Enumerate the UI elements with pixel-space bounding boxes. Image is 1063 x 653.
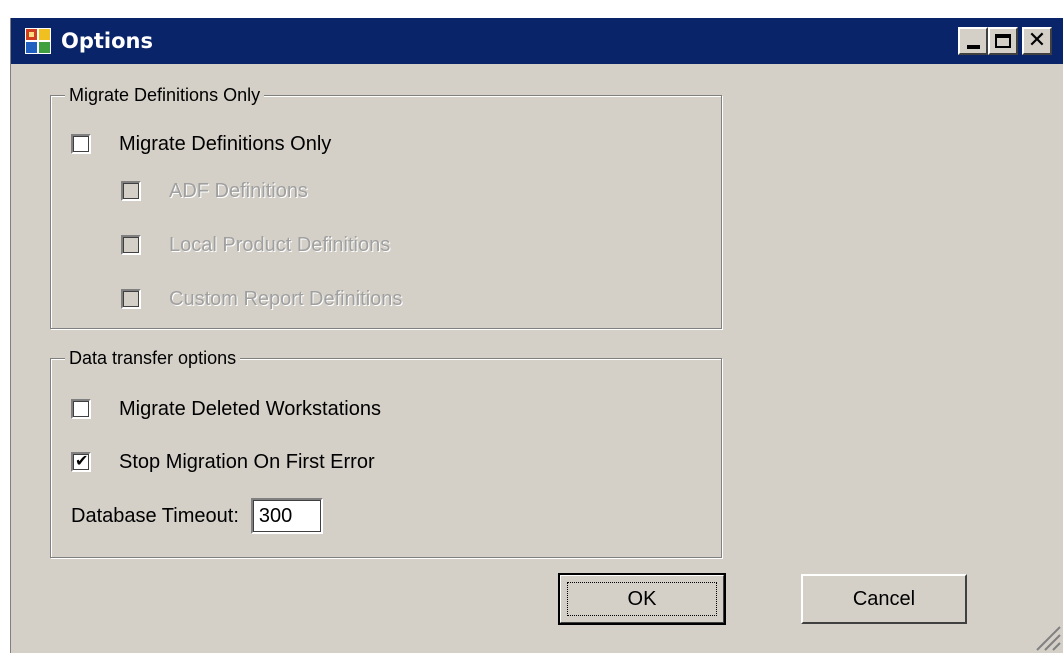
close-button[interactable]: ✕ [1022,27,1052,55]
migrate-deleted-workstations-option[interactable]: Migrate Deleted Workstations [71,396,381,422]
maximize-icon [995,34,1011,48]
custom-report-definitions-checkbox [121,289,141,309]
database-timeout-input[interactable] [250,498,323,534]
migrate-definitions-only-option[interactable]: Migrate Definitions Only [71,131,331,157]
migrate-definitions-only-label: Migrate Definitions Only [119,132,332,155]
data-transfer-group-legend: Data transfer options [65,346,241,370]
window-title: Options [61,29,153,53]
custom-report-definitions-option: Custom Report Definitions [121,286,402,312]
migrate-definitions-only-checkbox[interactable] [71,134,91,154]
stop-migration-on-first-error-label: Stop Migration On First Error [119,450,375,473]
database-timeout-row: Database Timeout: [71,498,323,534]
database-timeout-label: Database Timeout: [71,504,239,527]
minimize-button[interactable] [958,27,988,55]
stop-migration-on-first-error-checkbox[interactable]: ✔ [71,451,91,472]
migrate-deleted-workstations-label: Migrate Deleted Workstations [119,397,381,420]
adf-definitions-option: ADF Definitions [121,178,308,204]
local-product-definitions-label: Local Product Definitions [169,233,391,256]
resize-grip-icon[interactable] [1033,623,1061,651]
migrate-deleted-workstations-checkbox[interactable] [71,399,91,419]
local-product-definitions-checkbox [121,235,141,255]
ok-button[interactable]: OK [558,573,726,625]
options-dialog: Options ✕ Migrate Definitions Only Migra… [10,18,1063,653]
cancel-button[interactable]: Cancel [801,574,967,624]
app-icon [25,28,51,54]
close-icon: ✕ [1027,28,1047,53]
stop-migration-on-first-error-option[interactable]: ✔ Stop Migration On First Error [71,449,375,475]
adf-definitions-label: ADF Definitions [169,179,308,202]
cancel-button-label: Cancel [852,587,916,610]
adf-definitions-checkbox [121,181,141,201]
title-bar[interactable]: Options ✕ [11,18,1063,64]
focus-rectangle [567,582,717,616]
minimize-icon [966,45,980,49]
maximize-button[interactable] [988,27,1018,55]
checkmark-icon: ✔ [75,451,89,470]
local-product-definitions-option: Local Product Definitions [121,232,390,258]
definitions-group-legend: Migrate Definitions Only [65,83,265,107]
custom-report-definitions-label: Custom Report Definitions [169,287,403,310]
